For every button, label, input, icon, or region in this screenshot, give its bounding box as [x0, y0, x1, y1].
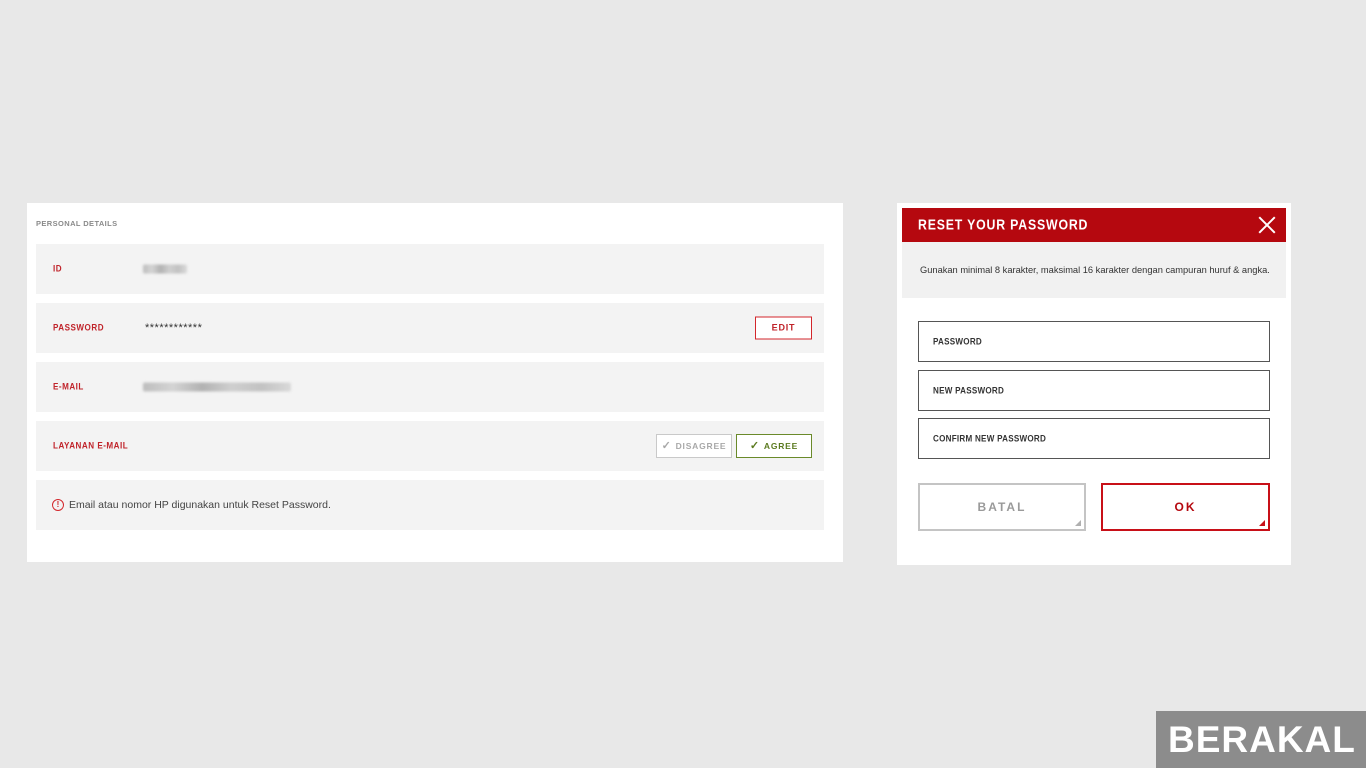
confirm-new-password-field[interactable]: CONFIRM NEW PASSWORD: [918, 418, 1270, 459]
agree-label: AGREE: [763, 441, 799, 451]
section-title: PERSONAL DETAILS: [36, 219, 118, 228]
email-service-label: LAYANAN E-MAIL: [53, 440, 129, 452]
row-password: PASSWORD ************ EDIT: [36, 303, 824, 353]
info-icon: !: [52, 499, 64, 511]
close-icon[interactable]: [1256, 214, 1278, 236]
password-field-label: PASSWORD: [933, 336, 983, 347]
id-label: ID: [53, 263, 63, 275]
reset-password-dialog: RESET YOUR PASSWORD Gunakan minimal 8 ka…: [897, 203, 1291, 565]
password-rules-note: Gunakan minimal 8 karakter, maksimal 16 …: [902, 242, 1286, 298]
personal-details-panel: PERSONAL DETAILS ID PASSWORD ***********…: [27, 203, 843, 562]
email-label: E-MAIL: [53, 381, 84, 393]
info-text: Email atau nomor HP digunakan untuk Rese…: [69, 499, 331, 511]
password-field[interactable]: PASSWORD: [918, 321, 1270, 362]
email-value-blurred: [143, 382, 291, 392]
info-row: ! Email atau nomor HP digunakan untuk Re…: [36, 480, 824, 530]
password-value: ************: [145, 322, 203, 334]
corner-icon: [1259, 520, 1265, 526]
disagree-button[interactable]: ✓ DISAGREE: [656, 434, 732, 458]
corner-icon: [1075, 520, 1081, 526]
ok-label: OK: [1174, 500, 1197, 514]
watermark-text: BERAKAL: [1168, 719, 1356, 760]
ok-button[interactable]: OK: [1101, 483, 1270, 531]
disagree-label: DISAGREE: [675, 441, 727, 451]
check-icon: ✓: [749, 440, 760, 452]
agree-button[interactable]: ✓ AGREE: [736, 434, 812, 458]
row-id: ID: [36, 244, 824, 294]
edit-password-button[interactable]: EDIT: [755, 316, 812, 340]
check-icon: ✓: [661, 440, 672, 452]
dialog-title: RESET YOUR PASSWORD: [918, 216, 1089, 234]
confirm-password-field-label: CONFIRM NEW PASSWORD: [933, 433, 1047, 444]
password-label: PASSWORD: [53, 322, 105, 334]
id-value-blurred: [143, 264, 187, 274]
new-password-field[interactable]: NEW PASSWORD: [918, 370, 1270, 411]
watermark-logo: BERAKAL: [1156, 711, 1366, 768]
dialog-header: RESET YOUR PASSWORD: [902, 208, 1286, 242]
row-email-service: LAYANAN E-MAIL ✓ DISAGREE ✓ AGREE: [36, 421, 824, 471]
cancel-label: BATAL: [977, 500, 1027, 514]
new-password-field-label: NEW PASSWORD: [933, 385, 1005, 396]
row-email: E-MAIL: [36, 362, 824, 412]
cancel-button[interactable]: BATAL: [918, 483, 1086, 531]
password-rules-text: Gunakan minimal 8 karakter, maksimal 16 …: [920, 265, 1270, 275]
